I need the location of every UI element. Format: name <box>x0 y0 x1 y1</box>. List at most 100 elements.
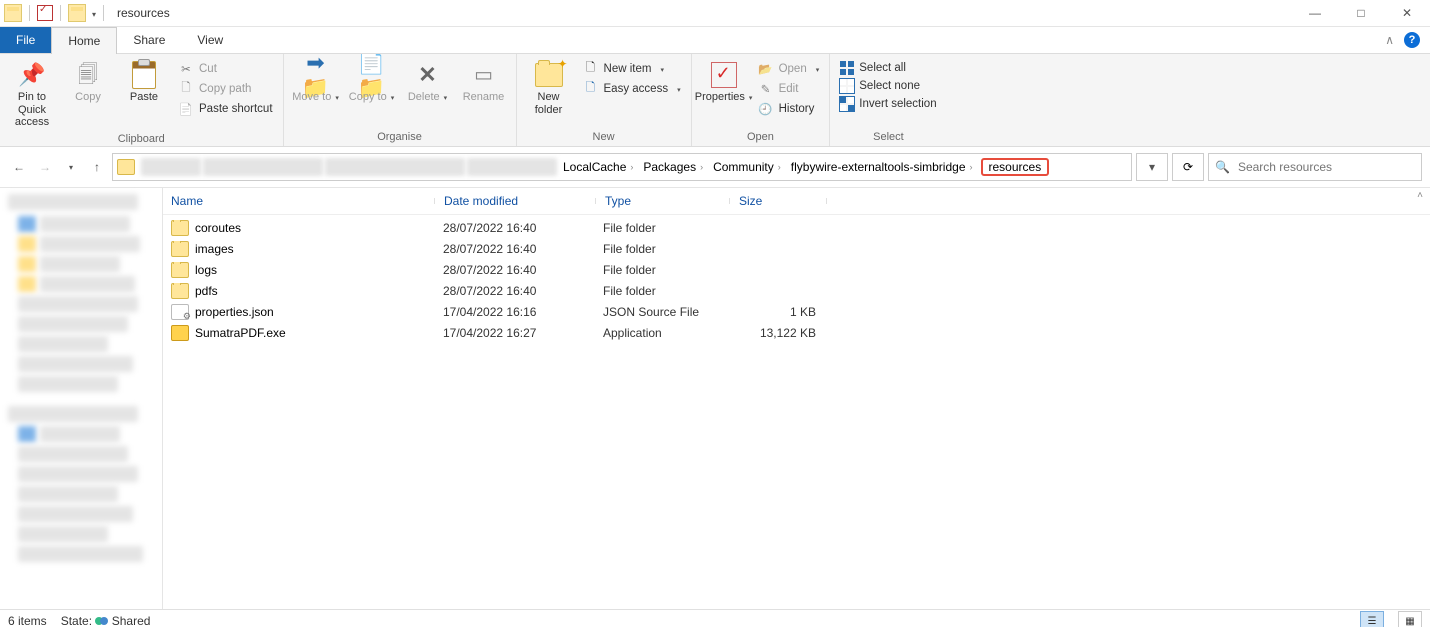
open-icon <box>758 61 774 77</box>
file-type: File folder <box>595 242 728 256</box>
breadcrumb-item[interactable]: LocalCache› <box>559 160 637 174</box>
pin-quick-access-button[interactable]: 📌 Pin to Quick access <box>6 59 58 131</box>
file-row[interactable]: properties.json17/04/2022 16:16JSON Sour… <box>163 301 1430 322</box>
open-button[interactable]: Open <box>754 60 824 78</box>
view-details-button[interactable]: ☰ <box>1360 611 1384 627</box>
address-history-dropdown[interactable]: ▾ <box>1136 153 1168 181</box>
file-row[interactable]: logs28/07/2022 16:40File folder <box>163 259 1430 280</box>
address-bar[interactable]: LocalCache› Packages› Community› flybywi… <box>112 153 1132 181</box>
new-folder-icon <box>535 63 563 87</box>
qat-newfolder-icon[interactable] <box>68 4 86 22</box>
file-row[interactable]: SumatraPDF.exe17/04/2022 16:27Applicatio… <box>163 322 1430 343</box>
file-name: logs <box>195 263 217 277</box>
tab-home[interactable]: Home <box>51 27 117 54</box>
item-count: 6 items <box>8 614 47 627</box>
edit-button[interactable]: Edit <box>754 80 824 98</box>
back-button[interactable]: ← <box>8 156 30 178</box>
rename-button[interactable]: ▭ Rename <box>458 59 510 106</box>
select-all-button[interactable]: Select all <box>836 60 940 76</box>
breadcrumb-item[interactable]: flybywire-externaltools-simbridge› <box>787 160 977 174</box>
folder-icon <box>171 241 189 257</box>
file-date: 28/07/2022 16:40 <box>435 263 595 277</box>
exe-icon <box>171 325 189 341</box>
minimize-button[interactable]: — <box>1292 0 1338 26</box>
forward-button[interactable]: → <box>34 156 56 178</box>
paste-icon <box>132 61 156 89</box>
file-size: 13,122 KB <box>728 326 824 340</box>
cut-button[interactable]: ✂Cut <box>174 60 277 78</box>
file-row[interactable]: coroutes28/07/2022 16:40File folder <box>163 217 1430 238</box>
tab-file[interactable]: File <box>0 27 51 53</box>
title-bar: resources — □ ✕ <box>0 0 1430 27</box>
copy-to-button[interactable]: 📄📁 Copy to <box>346 59 398 106</box>
group-open-label: Open <box>698 129 824 146</box>
close-button[interactable]: ✕ <box>1384 0 1430 26</box>
history-button[interactable]: History <box>754 100 824 118</box>
select-none-button[interactable]: Select none <box>836 78 940 94</box>
file-name: images <box>195 242 234 256</box>
refresh-button[interactable]: ⟳ <box>1172 153 1204 181</box>
invert-selection-button[interactable]: Invert selection <box>836 96 940 112</box>
file-type: JSON Source File <box>595 305 728 319</box>
file-rows: coroutes28/07/2022 16:40File folderimage… <box>163 215 1430 343</box>
file-date: 28/07/2022 16:40 <box>435 284 595 298</box>
column-name[interactable]: Name <box>163 194 436 208</box>
up-button[interactable]: ↑ <box>86 156 108 178</box>
column-headers: Name Date modified Type Size ˄ <box>163 188 1430 215</box>
breadcrumb-item[interactable]: Packages› <box>639 160 707 174</box>
file-row[interactable]: images28/07/2022 16:40File folder <box>163 238 1430 259</box>
move-to-icon: ➡📁 <box>302 61 330 89</box>
file-row[interactable]: pdfs28/07/2022 16:40File folder <box>163 280 1430 301</box>
group-clipboard-label: Clipboard <box>6 131 277 148</box>
easy-access-button[interactable]: Easy access <box>579 80 685 98</box>
maximize-button[interactable]: □ <box>1338 0 1384 26</box>
new-item-button[interactable]: New item <box>579 60 685 78</box>
paste-button[interactable]: Paste <box>118 59 170 106</box>
delete-icon: ✕ <box>414 61 442 89</box>
nav-row: ← → ▾ ↑ LocalCache› Packages› Community›… <box>0 147 1430 187</box>
column-size[interactable]: Size <box>731 194 828 208</box>
move-to-button[interactable]: ➡📁 Move to <box>290 59 342 106</box>
status-bar: 6 items State: Shared ☰ ▦ <box>0 609 1430 627</box>
paste-shortcut-button[interactable]: Paste shortcut <box>174 100 277 118</box>
history-icon <box>758 101 774 117</box>
copy-path-button[interactable]: Copy path <box>174 80 277 98</box>
pin-label: Pin to Quick access <box>6 91 58 129</box>
search-input[interactable] <box>1236 159 1415 175</box>
breadcrumb-item[interactable]: Community› <box>709 160 785 174</box>
tab-view[interactable]: View <box>181 27 239 53</box>
qat-dropdown[interactable] <box>89 6 96 20</box>
breadcrumb-current[interactable]: resources <box>981 158 1050 176</box>
select-none-icon <box>840 79 854 93</box>
view-large-icons-button[interactable]: ▦ <box>1398 611 1422 627</box>
copy-button[interactable]: 🗐 Copy <box>62 59 114 106</box>
new-folder-button[interactable]: New folder <box>523 59 575 118</box>
qat-properties-icon[interactable] <box>37 5 53 21</box>
group-select: Select all Select none Invert selection … <box>830 54 946 146</box>
file-name: properties.json <box>195 305 274 319</box>
navigation-pane[interactable] <box>0 188 163 609</box>
folder-icon <box>171 262 189 278</box>
tab-share[interactable]: Share <box>117 27 181 53</box>
scroll-up-icon[interactable]: ˄ <box>1412 190 1428 206</box>
copy-label: Copy <box>75 91 101 104</box>
folder-icon <box>171 283 189 299</box>
copy-to-icon: 📄📁 <box>358 61 386 89</box>
ribbon-collapse-icon[interactable]: ∧ <box>1385 33 1394 47</box>
shared-icon <box>95 617 108 625</box>
group-new: New folder New item Easy access New <box>517 54 692 146</box>
recent-locations-button[interactable]: ▾ <box>60 156 82 178</box>
window-title: resources <box>117 6 170 20</box>
column-type[interactable]: Type <box>597 194 731 208</box>
search-box[interactable]: 🔍 <box>1208 153 1422 181</box>
help-icon[interactable]: ? <box>1404 32 1420 48</box>
delete-button[interactable]: ✕ Delete <box>402 59 454 106</box>
column-date[interactable]: Date modified <box>436 194 597 208</box>
status-state: State: Shared <box>61 614 151 627</box>
file-list-pane: Name Date modified Type Size ˄ coroutes2… <box>163 188 1430 609</box>
select-all-icon <box>840 61 854 75</box>
group-organise: ➡📁 Move to 📄📁 Copy to ✕ Delete ▭ Rename … <box>284 54 517 146</box>
properties-button[interactable]: Properties <box>698 59 750 106</box>
file-name: pdfs <box>195 284 218 298</box>
easy-access-icon <box>583 81 599 97</box>
